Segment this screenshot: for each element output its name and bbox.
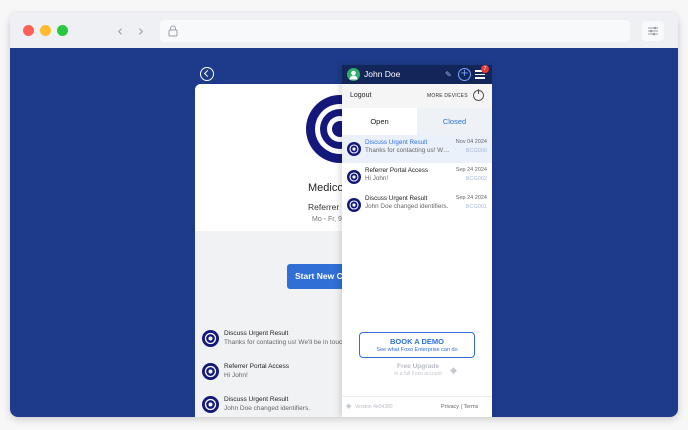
footer-links: Privacy | Terms xyxy=(441,404,478,410)
upgrade-subtitle: to a full Foxo account xyxy=(394,371,442,377)
terms-link[interactable]: Terms xyxy=(463,404,478,410)
chat-logo-icon xyxy=(347,142,361,156)
browser-toolbar: ‹ › xyxy=(10,13,678,48)
chat-logo-icon xyxy=(347,170,361,184)
notification-badge: 7 xyxy=(481,65,489,73)
upgrade-title: Free Upgrade xyxy=(397,363,439,370)
user-avatar-icon[interactable] xyxy=(347,68,360,81)
chat-logo-icon xyxy=(202,330,219,347)
list-item[interactable]: Discuss Urgent Result Thanks for contact… xyxy=(195,325,365,357)
clinic-name: Medico xyxy=(308,182,344,194)
plus-icon[interactable]: + xyxy=(458,68,471,81)
demo-title: BOOK A DEMO xyxy=(389,337,445,346)
conversations-area: Start New Ch Discuss Urgent Result Thank… xyxy=(195,231,365,417)
account-panel: John Doe ✎ + 7 Logout MORE DEVICES Open … xyxy=(342,65,492,417)
conversation-title: Discuss Urgent Result xyxy=(224,396,289,403)
list-item[interactable]: Discuss Urgent Result Thanks for contact… xyxy=(342,135,492,163)
free-upgrade-button[interactable]: Free Upgrade to a full Foxo account ◆ xyxy=(375,363,461,382)
opening-hours: Mo - Fr, 9 xyxy=(312,216,342,223)
page-viewport: Medico Referrer C Mo - Fr, 9 Start New C… xyxy=(10,48,678,417)
item-code: BCG001 xyxy=(465,204,487,210)
item-title: Discuss Urgent Result xyxy=(365,195,428,202)
logout-link[interactable]: Logout xyxy=(350,92,371,99)
lock-icon xyxy=(168,25,178,37)
tab-closed[interactable]: Closed xyxy=(417,108,492,135)
item-title: Discuss Urgent Result xyxy=(365,139,428,146)
conversation-title: Referrer Portal Access xyxy=(224,363,290,370)
person-icon xyxy=(349,70,358,80)
minimize-window-button[interactable] xyxy=(40,25,51,36)
version-label: Version 4e04380 xyxy=(355,404,393,410)
back-circle-icon[interactable] xyxy=(200,67,214,81)
forward-arrow-icon[interactable]: › xyxy=(132,22,150,40)
panel-header: John Doe ✎ + 7 xyxy=(342,65,492,84)
browser-window: ‹ › Medico Referrer C Mo - Fr, 9 Start N… xyxy=(10,13,678,417)
list-item[interactable]: Discuss Urgent Result John Doe changed i… xyxy=(342,191,492,219)
chat-logo-icon xyxy=(202,363,219,380)
item-code: BCG000 xyxy=(465,148,487,154)
logout-row: Logout MORE DEVICES xyxy=(342,84,492,108)
chat-logo-icon xyxy=(202,396,219,413)
chat-logo-icon xyxy=(347,198,361,212)
panel-footer: ◆ Version 4e04380 Privacy | Terms xyxy=(342,396,492,417)
list-item[interactable]: Referrer Portal Access Hi John! xyxy=(195,358,365,390)
demo-subtitle: See what Foxo Enterprise can do xyxy=(376,347,458,353)
item-title: Referrer Portal Access xyxy=(365,167,428,174)
book-demo-button[interactable]: BOOK A DEMO See what Foxo Enterprise can… xyxy=(359,332,475,358)
more-devices-button[interactable]: MORE DEVICES xyxy=(427,93,468,99)
settings-sliders-button[interactable] xyxy=(642,21,664,41)
user-name: John Doe xyxy=(364,69,401,79)
address-bar[interactable] xyxy=(160,20,630,42)
item-date: Nov 04 2024 xyxy=(455,139,487,145)
sliders-icon xyxy=(648,26,658,36)
clinic-card: Medico Referrer C Mo - Fr, 9 Start New C… xyxy=(195,84,365,417)
conversation-preview: Hi John! xyxy=(224,372,248,379)
back-arrow-icon[interactable]: ‹ xyxy=(111,22,129,40)
item-preview: Thanks for contacting us! We'll be in to… xyxy=(365,147,451,154)
pen-icon[interactable]: ✎ xyxy=(445,70,452,79)
close-window-button[interactable] xyxy=(23,25,34,36)
fox-icon: ◆ xyxy=(450,366,457,376)
privacy-link[interactable]: Privacy xyxy=(441,404,459,410)
item-code: BCG002 xyxy=(465,176,487,182)
footer-separator: | xyxy=(460,404,462,410)
item-date: Sep 24 2024 xyxy=(455,167,487,173)
conversation-tabs: Open Closed xyxy=(342,108,492,135)
conversation-preview: Thanks for contacting us! We'll be in to… xyxy=(224,339,346,346)
conversation-title: Discuss Urgent Result xyxy=(224,330,289,337)
item-preview: John Doe changed identifiers. xyxy=(365,203,449,210)
list-item[interactable]: Referrer Portal Access Hi John! Sep 24 2… xyxy=(342,163,492,191)
list-item[interactable]: Discuss Urgent Result John Doe changed i… xyxy=(195,391,365,417)
fox-icon: ◆ xyxy=(346,402,352,410)
power-icon[interactable] xyxy=(473,89,484,101)
item-preview: Hi John! xyxy=(365,175,389,182)
clinic-header: Medico Referrer C Mo - Fr, 9 xyxy=(195,84,365,231)
tab-open[interactable]: Open xyxy=(342,108,417,135)
maximize-window-button[interactable] xyxy=(57,25,68,36)
conversation-preview: John Doe changed identifiers. xyxy=(224,405,311,412)
item-date: Sep 24 2024 xyxy=(455,195,487,201)
